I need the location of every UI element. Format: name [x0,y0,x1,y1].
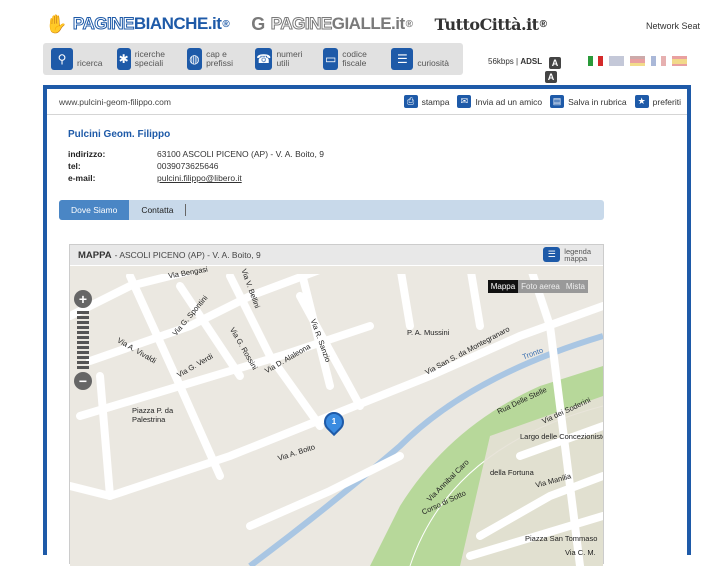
a-badge-bottom[interactable]: A [545,71,557,83]
logo-pb-a: PAGINE [72,14,134,34]
paginegialle-logo[interactable]: G PAGINE GIALLE.it ® [251,13,413,35]
logo-pb-mark: ® [222,18,230,30]
email-link[interactable]: pulcini.filippo@libero.it [157,173,242,183]
tool-ricerca[interactable]: ⚲ ricerca [51,48,103,70]
legend-label-b: mappa [564,253,588,263]
legend-label: legenda mappa [564,247,591,263]
print-action[interactable]: ⎙ stampa [403,95,450,108]
thumb-icon: ✋ [45,13,67,34]
action-label: Salva in rubrica [568,96,627,107]
place-label: Largo delle Concezioniste [520,432,603,441]
brand-logos: ✋ PAGINE BIANCHE.it ® G PAGINE GIALLE.it ® T… [45,10,707,38]
business-panel: www.pulcini-geom-filippo.com ⎙ stampa ✉ In… [43,85,691,566]
mail-icon: ✉ [457,95,472,108]
logo-tc-mark: ® [539,18,547,30]
action-label: Invia ad un amico [475,96,543,107]
tab-bar: Dove Siamo Contatta [59,200,604,220]
tool-label: curiosità [417,57,450,68]
zoom-slider[interactable] [77,311,89,369]
place-label: della Fortuna [490,468,534,477]
tab-contatta[interactable]: Contatta [129,204,187,216]
place-label: Piazza San Tommaso [525,534,598,543]
connection-info: 56kbps | ADSL [488,57,543,66]
g-icon: G [251,13,265,34]
tool-label: ricerche speciali [134,49,165,68]
logo-pg-a: PAGINE [270,14,332,34]
italian-flag-icon[interactable] [588,56,603,66]
map-panel: MAPPA - ASCOLI PICENO (AP) - V. A. Boito,… [69,244,604,566]
english-flag-icon[interactable] [609,56,624,66]
send-friend-action[interactable]: ✉ Invia ad un amico [457,95,542,108]
tool-numeri-utili[interactable]: ☎ numeri utili [254,48,309,70]
info-row-email: e-mail: pulcini.filippo@libero.it [68,172,324,184]
info-value: 0039073625646 [157,161,219,171]
french-flag-icon[interactable] [651,56,666,66]
connection-speed[interactable]: 56kbps [488,57,514,66]
spanish-flag-icon[interactable] [672,56,687,66]
address-bar: www.pulcini-geom-filippo.com ⎙ stampa ✉ In… [47,89,687,115]
list-icon: ☰ [391,48,414,70]
star-icon: ✱ [116,48,131,70]
tool-label: ricerca [77,57,103,68]
info-key: tel: [68,161,81,171]
tool-cap-prefissi[interactable]: ◍ cap e prefissi [186,48,241,70]
phone-icon: ☎ [254,48,273,70]
zoom-control: + − [74,290,92,390]
language-flags [588,56,687,66]
tool-curiosita[interactable]: ☰ curiosità [391,48,449,70]
site-url[interactable]: www.pulcini-geom-filippo.com [59,97,396,107]
list-icon: ☰ [543,247,561,262]
place-label: P. A. Mussini [407,328,450,337]
map-canvas[interactable]: Mappa Foto aerea Mista + − Via Bengasi V… [70,266,603,566]
logo-pb-b: BIANCHE.it [133,14,222,33]
map-type-foto[interactable]: Foto aerea [518,280,563,293]
printer-icon: ⎙ [403,95,418,108]
card-icon: ▭ [323,48,339,70]
tool-label: codice fiscale [342,49,367,68]
tool-ricerche-speciali[interactable]: ✱ ricerche speciali [116,48,173,70]
map-header: MAPPA - ASCOLI PICENO (AP) - V. A. Boito,… [70,245,603,265]
favorites-action[interactable]: ★ preferiti [634,95,681,108]
paginebianche-logo[interactable]: ✋ PAGINE BIANCHE.it ® [45,13,230,35]
marker-number: 1 [331,417,337,426]
place-label: Piazza P. da Palestrina [132,406,174,424]
star-icon: ★ [634,95,649,108]
logo-pg-mark: ® [405,18,413,30]
zoom-in-button[interactable]: + [74,290,92,308]
street-label: Via C. M. [565,548,596,557]
business-name: Pulcini Geom. Filippo [68,129,171,140]
info-row-address: indirizzo: 63100 ASCOLI PICENO (AP) - V. … [68,148,324,160]
action-label: stampa [421,96,450,107]
info-key: indirizzo: [68,149,106,159]
map-type-mappa[interactable]: Mappa [487,280,519,293]
search-icon: ⚲ [51,48,73,70]
save-contact-action[interactable]: ▤ Salva in rubrica [550,95,627,108]
logo-pg-b: GIALLE.it [331,14,405,33]
logo-tc: TuttoCittà.it [434,14,540,34]
connection-adsl[interactable]: ADSL [520,57,542,66]
tool-codice-fiscale[interactable]: ▭ codice fiscale [323,48,377,70]
folder-icon: ▤ [550,95,565,108]
map-type-mista[interactable]: Mista [562,280,588,293]
german-flag-icon[interactable] [630,56,645,66]
a-badge-top[interactable]: A [549,57,561,69]
info-key: e-mail: [68,173,96,183]
zoom-out-button[interactable]: − [74,372,92,390]
map-subtitle: - ASCOLI PICENO (AP) - V. A. Boito, 9 [114,250,261,260]
tool-label: cap e prefissi [206,49,233,68]
action-label: preferiti [652,96,681,107]
business-info: indirizzo: 63100 ASCOLI PICENO (AP) - V. … [68,148,324,184]
tab-dove-siamo[interactable]: Dove Siamo [59,200,130,220]
map-type-selector: Mappa Foto aerea Mista [487,280,588,293]
tool-label: numeri utili [276,49,303,68]
info-row-phone: tel: 0039073625646 [68,160,324,172]
legend-button[interactable]: ☰ legenda mappa [543,247,591,262]
toolbar: ⚲ ricerca ✱ ricerche speciali ◍ cap e prefi… [43,43,463,75]
map-title: MAPPA [78,249,112,261]
network-seat-link[interactable]: Network Seat [646,21,700,31]
tuttocitta-logo[interactable]: TuttoCittà.it ® [435,15,547,34]
globe-icon: ◍ [186,48,203,70]
info-value: 63100 ASCOLI PICENO (AP) - V. A. Boito, … [157,149,324,159]
